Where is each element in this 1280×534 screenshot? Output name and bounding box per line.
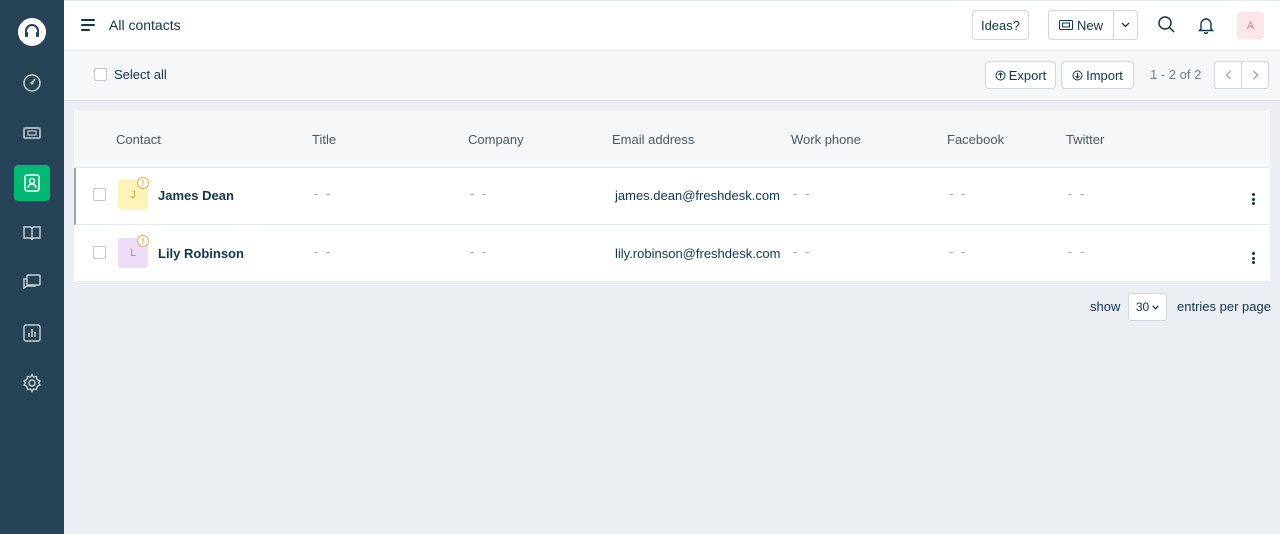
column-header-company[interactable]: Company <box>468 132 524 147</box>
export-label: Export <box>1008 67 1047 83</box>
search-icon[interactable] <box>1157 15 1177 35</box>
sidebar-nav <box>0 0 64 534</box>
menu-toggle-icon[interactable] <box>81 19 95 33</box>
chevron-down-icon <box>1152 304 1159 310</box>
column-header-work-phone[interactable]: Work phone <box>791 132 861 147</box>
column-header-email[interactable]: Email address <box>612 132 694 147</box>
table-row[interactable]: J ! James Dean - - - - james.dean@freshd… <box>74 168 1270 225</box>
column-header-facebook[interactable]: Facebook <box>947 132 1004 147</box>
contact-title: - - <box>314 244 333 259</box>
contact-title: - - <box>314 186 333 201</box>
export-icon <box>995 70 1006 80</box>
ideas-button[interactable]: Ideas? <box>972 10 1029 40</box>
top-header: All contacts Ideas? New A <box>64 0 1280 51</box>
pagination-range: 1 - 2 of 2 <box>1150 67 1202 82</box>
page-title: All contacts <box>109 17 181 33</box>
contact-email: lily.robinson@freshdesk.com <box>615 246 781 261</box>
select-all-checkbox[interactable] <box>94 68 107 81</box>
ticket-icon <box>1058 20 1073 30</box>
contact-work-phone: - - <box>793 186 812 201</box>
contact-facebook: - - <box>949 244 968 259</box>
entries-per-page-label: entries per page <box>1177 299 1271 314</box>
chevron-left-icon <box>1225 70 1231 80</box>
user-avatar[interactable]: A <box>1237 12 1264 39</box>
column-header-twitter[interactable]: Twitter <box>1066 132 1104 147</box>
contacts-icon[interactable] <box>14 165 50 201</box>
new-button[interactable]: New <box>1048 10 1114 40</box>
export-button[interactable]: Export <box>985 61 1056 89</box>
import-label: Import <box>1086 67 1123 83</box>
contact-twitter: - - <box>1068 244 1087 259</box>
warning-badge-icon: ! <box>137 177 149 189</box>
contact-facebook: - - <box>949 186 968 201</box>
next-page-button[interactable] <box>1241 61 1269 89</box>
row-checkbox[interactable] <box>93 188 106 201</box>
contact-name-link[interactable]: Lily Robinson <box>158 246 244 261</box>
row-actions-kebab-icon[interactable] <box>1252 252 1256 264</box>
new-dropdown-button[interactable] <box>1113 10 1138 40</box>
solutions-icon[interactable] <box>14 215 50 251</box>
dashboard-icon[interactable] <box>14 65 50 101</box>
table-header: Contact Title Company Email address Work… <box>74 111 1270 168</box>
select-all-label: Select all <box>114 67 167 82</box>
contact-email: james.dean@freshdesk.com <box>615 188 780 203</box>
import-button[interactable]: Import <box>1061 61 1134 89</box>
show-label: show <box>1090 299 1121 314</box>
tickets-icon[interactable] <box>14 115 50 151</box>
per-page-select[interactable]: 30 <box>1128 293 1167 321</box>
column-header-title[interactable]: Title <box>312 132 336 147</box>
contact-twitter: - - <box>1068 186 1087 201</box>
row-checkbox[interactable] <box>93 246 106 259</box>
admin-gear-icon[interactable] <box>14 365 50 401</box>
forums-icon[interactable] <box>14 265 50 301</box>
contact-company: - - <box>470 186 489 201</box>
table-row[interactable]: L ! Lily Robinson - - - - lily.robinson@… <box>74 225 1270 282</box>
contacts-table: Contact Title Company Email address Work… <box>74 111 1270 282</box>
contact-name-link[interactable]: James Dean <box>158 188 234 203</box>
notification-bell-icon[interactable] <box>1196 15 1216 35</box>
new-button-label: New <box>1076 17 1103 33</box>
column-header-contact[interactable]: Contact <box>116 132 161 147</box>
reports-icon[interactable] <box>14 315 50 351</box>
import-icon <box>1072 70 1083 80</box>
warning-badge-icon: ! <box>137 235 149 247</box>
contact-company: - - <box>470 244 489 259</box>
prev-page-button[interactable] <box>1214 61 1242 89</box>
row-actions-kebab-icon[interactable] <box>1252 193 1256 205</box>
contacts-toolbar: Select all Export Import 1 - 2 of 2 <box>64 51 1280 101</box>
freshdesk-logo-icon[interactable] <box>18 18 46 46</box>
chevron-right-icon <box>1252 70 1258 80</box>
per-page-value: 30 <box>1135 300 1150 314</box>
contact-work-phone: - - <box>793 244 812 259</box>
chevron-down-icon <box>1121 22 1130 28</box>
